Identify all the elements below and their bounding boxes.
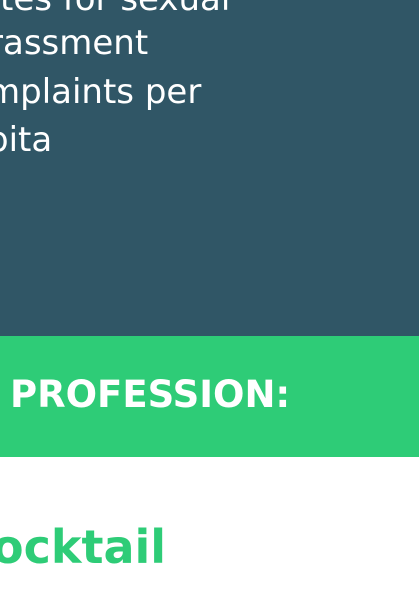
- top-paragraph: tes for sexual rassment mplaints per pit…: [0, 0, 419, 160]
- top-line-2: rassment: [0, 23, 149, 63]
- top-line-4: pita: [0, 120, 53, 160]
- top-line-3: mplaints per: [0, 72, 202, 112]
- profession-label: PROFESSION:: [10, 373, 291, 416]
- top-line-1: tes for sexual: [0, 0, 230, 16]
- top-panel: tes for sexual rassment mplaints per pit…: [0, 0, 419, 336]
- bottom-heading: ocktail: [0, 520, 167, 574]
